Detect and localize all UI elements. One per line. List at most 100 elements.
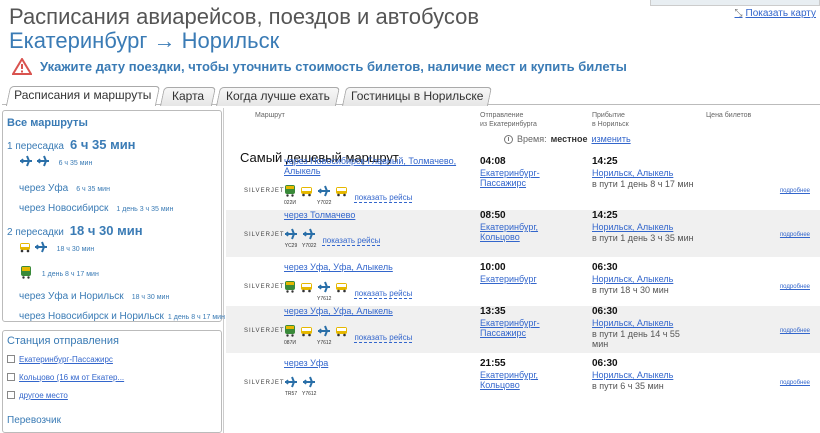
train-icon: [284, 280, 296, 296]
plane-icon: [317, 281, 331, 296]
item-duration: 6 ч 35 мин: [58, 160, 93, 168]
leg-code: Y7022: [317, 200, 332, 206]
route-legs: TR57 Y7612: [284, 376, 316, 397]
departure-station-link[interactable]: Екатеринбург- Пассажирс: [480, 318, 540, 338]
time-value: местное: [550, 134, 588, 144]
arrival-time: 14:25: [592, 156, 618, 167]
station-checkbox[interactable]: [7, 373, 15, 381]
sidebar-item[interactable]: через Уфа и Норильск 18 ч 30 мин: [19, 291, 169, 302]
page-title: Расписания авиарейсов, поездов и автобус…: [9, 4, 480, 29]
route-row: SILVERJET через Уфа TR57 Y7612 21:55 Екатерин…: [226, 358, 820, 405]
carrier-title: Перевозчик: [7, 415, 61, 426]
plane-icon: [302, 376, 316, 391]
sidebar-item[interactable]: 6 ч 35 мин: [19, 155, 92, 170]
leg: 087И: [284, 324, 296, 346]
tab-schedules-label: Расписания и маршруты: [14, 88, 152, 102]
show-flights-link[interactable]: показать рейсы: [354, 289, 413, 299]
route-legs: 087И Y7612 показать рейсы: [284, 324, 413, 346]
leg: [335, 325, 348, 346]
arrival-station-link[interactable]: Норильск, Алыкель: [592, 222, 673, 232]
group-2-transfers[interactable]: 2 пересадки 18 ч 30 мин: [7, 223, 143, 238]
all-routes-link[interactable]: Все маршруты: [3, 111, 221, 129]
leg-code: [341, 340, 342, 346]
sidebar-item[interactable]: через Новосибирск 1 день 3 ч 35 мин: [19, 203, 173, 214]
leg: [300, 185, 313, 206]
more-details-link[interactable]: подробнее: [780, 188, 810, 194]
change-time-link[interactable]: изменить: [591, 134, 630, 144]
leg-code: Y7022: [302, 243, 317, 249]
tab-hotels[interactable]: Гостиницы в Норильске: [341, 87, 493, 106]
show-flights-link[interactable]: показать рейсы: [354, 193, 413, 203]
more-details-link[interactable]: подробнее: [780, 284, 810, 290]
leg: [335, 185, 348, 206]
leg: Y7022: [317, 185, 331, 206]
leg: [284, 280, 296, 302]
plane-icon: [302, 228, 316, 243]
bus-icon: [300, 185, 313, 200]
show-flights-link[interactable]: показать рейсы: [354, 333, 413, 343]
group-1-transfer[interactable]: 1 пересадка 6 ч 35 мин: [7, 137, 136, 152]
tab-best-time[interactable]: Когда лучше ехать: [215, 87, 341, 106]
item-duration: 6 ч 35 мин: [76, 186, 110, 193]
travel-duration: в пути 6 ч 35 мин: [592, 381, 664, 391]
station-label[interactable]: Екатеринбург-Пассажирс: [19, 355, 113, 364]
leg-code: Y7612: [302, 391, 317, 397]
plane-icon: [34, 241, 48, 256]
routes-filter-panel: Все маршруты 1 пересадка 6 ч 35 мин 6 ч 3…: [2, 110, 225, 322]
departure-station-link[interactable]: Екатеринбург- Пассажирс: [480, 168, 540, 188]
item-duration: 1 день 8 ч 17 мин: [41, 271, 99, 279]
item-label: через Уфа и Норильск: [19, 291, 124, 302]
tab-schedules[interactable]: Расписания и маршруты: [5, 86, 161, 106]
leg: YC29: [284, 228, 298, 249]
arrival-station-link[interactable]: Норильск, Алыкель: [592, 168, 673, 178]
more-details-link[interactable]: подробнее: [780, 232, 810, 238]
station-title: Станция отправления: [7, 335, 119, 347]
more-details-link[interactable]: подробнее: [780, 328, 810, 334]
departure-station-link[interactable]: Екатеринбург: [480, 274, 537, 284]
arrival-station-link[interactable]: Норильск, Алыкель: [592, 274, 673, 284]
show-map-link[interactable]: ⤡ Показать карту: [735, 8, 816, 19]
station-checkbox[interactable]: [7, 355, 15, 363]
station-label[interactable]: Кольцово (16 км от Екатер...: [19, 373, 124, 382]
travel-duration: в пути 1 день 14 ч 55 мин: [592, 329, 680, 349]
sidebar-item[interactable]: через Новосибирск и Норильск 1 день 8 ч 1…: [19, 311, 225, 322]
map-thumbnail[interactable]: [650, 0, 820, 6]
leg-code: 022И: [284, 200, 296, 206]
travel-duration: в пути 1 день 3 ч 35 мин: [592, 233, 694, 243]
leg-code: [306, 340, 307, 346]
station-label[interactable]: другое место: [19, 391, 68, 400]
item-duration: 1 день 3 ч 35 мин: [116, 206, 174, 213]
leg-code: 087И: [284, 340, 296, 346]
tab-map[interactable]: Карта: [159, 87, 217, 106]
route-row: SILVERJET через Уфа, Уфа, Алыкель Y7612 п…: [226, 262, 820, 309]
tab-best-time-label: Когда лучше ехать: [226, 89, 330, 103]
arrival-station-link[interactable]: Норильск, Алыкель: [592, 318, 673, 328]
sidebar-item[interactable]: 1 день 8 ч 17 мин: [19, 265, 99, 282]
sidebar-item[interactable]: через Уфа 6 ч 35 мин: [19, 183, 110, 194]
leg: [300, 281, 313, 302]
route-via-link[interactable]: через Уфа: [284, 358, 328, 368]
route-via-link[interactable]: через Уфа, Уфа, Алыкель: [284, 306, 393, 316]
sidebar-item[interactable]: 18 ч 30 мин: [19, 241, 94, 256]
route-title: Екатеринбург → Норильск: [9, 28, 280, 53]
departure-station-link[interactable]: Екатеринбург, Кольцово: [480, 370, 538, 390]
route-via-link[interactable]: через Толмачево: [284, 210, 355, 220]
departure-time: 04:08: [480, 156, 506, 167]
train-icon: [19, 265, 33, 282]
more-details-link[interactable]: подробнее: [780, 380, 810, 386]
warning-icon: [12, 58, 32, 75]
col-route: Маршрут: [255, 112, 285, 119]
tab-map-label: Карта: [171, 89, 205, 103]
leg-code: [289, 296, 290, 302]
carrier-logo: SILVERJET: [244, 232, 285, 238]
tab-hotels-label: Гостиницы в Норильске: [350, 89, 484, 103]
plane-icon: [284, 376, 298, 391]
route-via-link[interactable]: через Новосибирск-Главный, Толмачево, Алы…: [284, 156, 456, 176]
arrival-station-link[interactable]: Норильск, Алыкель: [592, 370, 673, 380]
leg: [300, 325, 313, 346]
station-checkbox[interactable]: [7, 391, 15, 399]
route-row: SILVERJET через Новосибирск-Главный, Толм…: [226, 156, 820, 206]
show-flights-link[interactable]: показать рейсы: [322, 236, 381, 246]
route-via-link[interactable]: через Уфа, Уфа, Алыкель: [284, 262, 393, 272]
departure-station-link[interactable]: Екатеринбург, Кольцово: [480, 222, 538, 242]
